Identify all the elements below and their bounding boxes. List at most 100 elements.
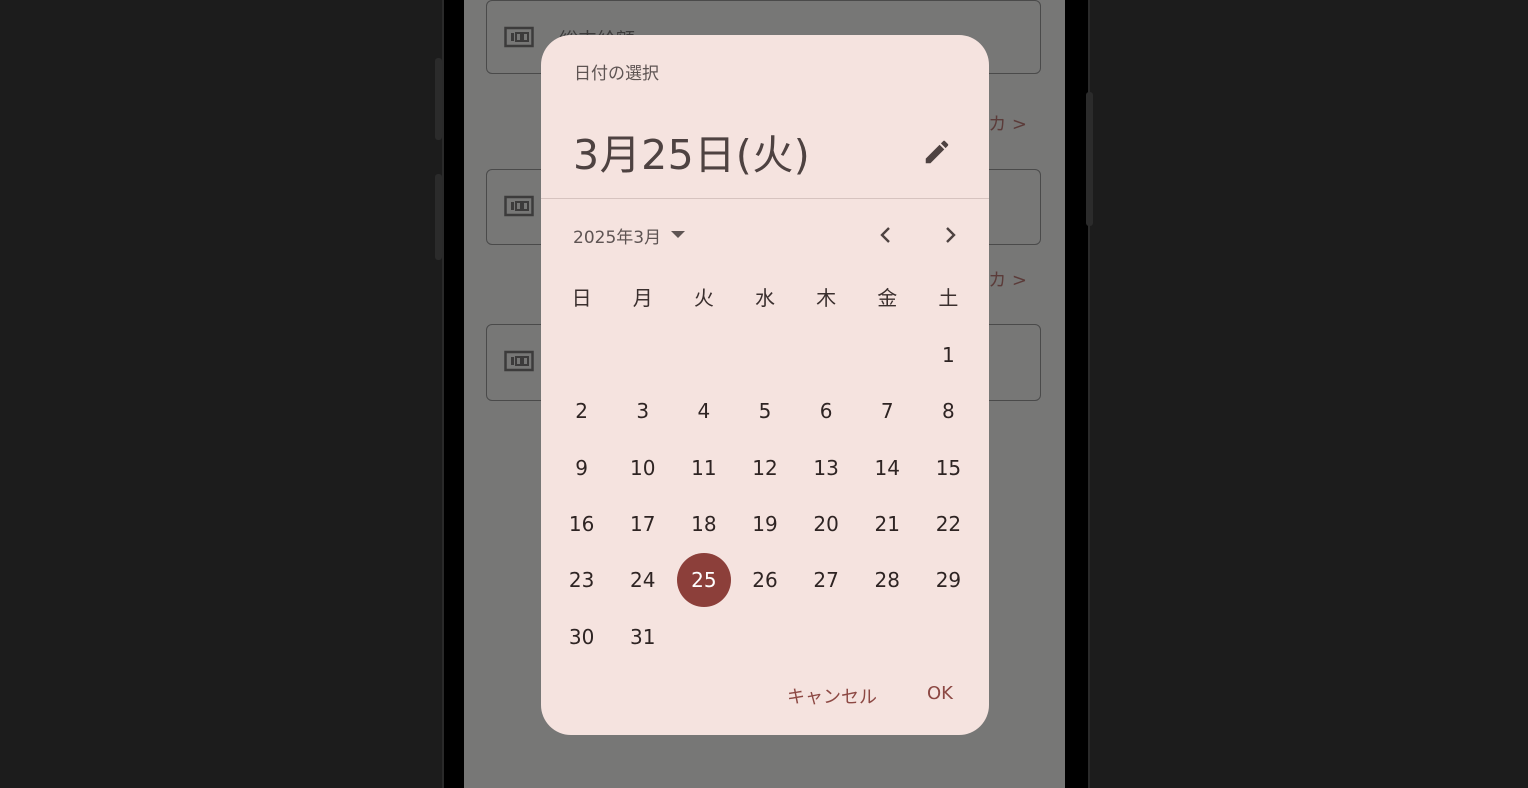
weekday-header: 日月火水木金土 <box>551 280 979 316</box>
day-cell[interactable]: 20 <box>796 496 857 552</box>
day-number: 21 <box>874 512 900 537</box>
day-cell[interactable]: 30 <box>551 608 612 664</box>
day-cell[interactable]: 23 <box>551 552 612 608</box>
day-number: 14 <box>874 455 900 480</box>
empty-day-cell <box>796 608 857 664</box>
day-cell[interactable]: 27 <box>796 552 857 608</box>
date-picker-dialog: 日付の選択 3月25日(火) 2025年3月 日月火水木金土 123456789… <box>541 35 989 735</box>
day-cell[interactable]: 24 <box>612 552 673 608</box>
day-cell[interactable]: 14 <box>857 440 918 496</box>
day-cell[interactable]: 31 <box>612 608 673 664</box>
chevron-right-icon <box>946 227 956 243</box>
empty-day-cell <box>612 327 673 383</box>
day-number: 12 <box>752 455 778 480</box>
weekday-label: 金 <box>877 286 898 310</box>
month-year-label: 2025年3月 <box>573 227 662 248</box>
day-cell[interactable]: 2 <box>551 383 612 439</box>
day-number: 26 <box>752 568 778 593</box>
empty-day-cell <box>918 608 979 664</box>
money-icon <box>504 350 534 372</box>
phone-side-button <box>1086 92 1093 226</box>
day-cell[interactable]: 15 <box>918 440 979 496</box>
day-number: 3 <box>636 399 650 424</box>
day-number: 27 <box>813 568 839 593</box>
day-cell[interactable]: 10 <box>612 440 673 496</box>
empty-day-cell <box>673 608 734 664</box>
next-month-button[interactable] <box>933 219 969 251</box>
day-number: 31 <box>629 624 656 649</box>
weekday-label: 火 <box>693 286 714 310</box>
day-number: 10 <box>629 455 656 480</box>
weekday-label: 木 <box>816 286 837 310</box>
day-cell[interactable]: 3 <box>612 383 673 439</box>
day-cell[interactable]: 11 <box>673 440 734 496</box>
selected-day-cell[interactable]: 25 <box>673 552 734 608</box>
selected-date-headline: 3月25日(火) <box>573 131 811 179</box>
day-cell[interactable]: 5 <box>734 383 795 439</box>
detail-link[interactable]: カ > <box>988 110 1027 136</box>
day-number: 6 <box>819 399 833 424</box>
day-cell[interactable]: 1 <box>918 327 979 383</box>
day-number: 17 <box>629 512 656 537</box>
weekday-label: 水 <box>754 286 775 310</box>
day-cell[interactable]: 26 <box>734 552 795 608</box>
day-number: 19 <box>752 512 778 537</box>
ok-button[interactable]: OK <box>921 679 959 713</box>
day-number: 24 <box>629 568 656 593</box>
dialog-actions: キャンセル OK <box>781 679 959 713</box>
day-cell[interactable]: 13 <box>796 440 857 496</box>
day-number: 11 <box>691 455 717 480</box>
day-cell[interactable]: 12 <box>734 440 795 496</box>
day-cell[interactable]: 19 <box>734 496 795 552</box>
day-number: 29 <box>935 568 962 593</box>
day-cell[interactable]: 18 <box>673 496 734 552</box>
day-number: 16 <box>568 512 595 537</box>
day-cell[interactable]: 8 <box>918 383 979 439</box>
day-number: 15 <box>935 455 962 480</box>
day-cell[interactable]: 17 <box>612 496 673 552</box>
phone-side-button <box>435 174 442 260</box>
calendar-grid: 1 2 3 4 5 6 7 8 9 10 11 12 13 14 15 16 17 18 19 20 21 22 23 24 2… <box>551 327 979 665</box>
day-number: 5 <box>758 399 772 424</box>
day-number: 30 <box>568 624 595 649</box>
day-number: 4 <box>697 399 711 424</box>
previous-month-button[interactable] <box>867 219 903 251</box>
day-cell[interactable]: 6 <box>796 383 857 439</box>
month-year-selector[interactable]: 2025年3月 <box>573 221 686 249</box>
empty-day-cell <box>734 608 795 664</box>
day-cell[interactable]: 29 <box>918 552 979 608</box>
empty-day-cell <box>857 608 918 664</box>
day-cell[interactable]: 9 <box>551 440 612 496</box>
day-number: 28 <box>874 568 900 593</box>
phone-side-button <box>435 58 442 140</box>
day-number: 23 <box>568 568 595 593</box>
day-cell[interactable]: 7 <box>857 383 918 439</box>
day-cell[interactable]: 28 <box>857 552 918 608</box>
day-number: 1 <box>942 343 955 368</box>
edit-date-button[interactable] <box>915 130 959 174</box>
chevron-left-icon <box>880 227 890 243</box>
day-number: 7 <box>880 399 894 424</box>
day-number: 13 <box>813 455 839 480</box>
day-number: 2 <box>575 399 588 424</box>
weekday-label: 日 <box>571 286 592 310</box>
dropdown-arrow-icon <box>671 231 686 238</box>
empty-day-cell <box>796 327 857 383</box>
header-divider <box>541 198 989 199</box>
weekday-label: 月 <box>632 286 653 310</box>
day-cell[interactable]: 16 <box>551 496 612 552</box>
weekday-label: 土 <box>938 286 959 310</box>
empty-day-cell <box>734 327 795 383</box>
detail-link[interactable]: カ > <box>988 266 1027 292</box>
day-number: 18 <box>691 512 717 537</box>
day-cell[interactable]: 21 <box>857 496 918 552</box>
day-cell[interactable]: 22 <box>918 496 979 552</box>
day-number: 20 <box>813 512 839 537</box>
cancel-button[interactable]: キャンセル <box>781 679 883 713</box>
day-number: 22 <box>935 512 962 537</box>
day-cell[interactable]: 4 <box>673 383 734 439</box>
empty-day-cell <box>857 327 918 383</box>
empty-day-cell <box>551 327 612 383</box>
day-number: 9 <box>575 455 588 480</box>
empty-day-cell <box>673 327 734 383</box>
